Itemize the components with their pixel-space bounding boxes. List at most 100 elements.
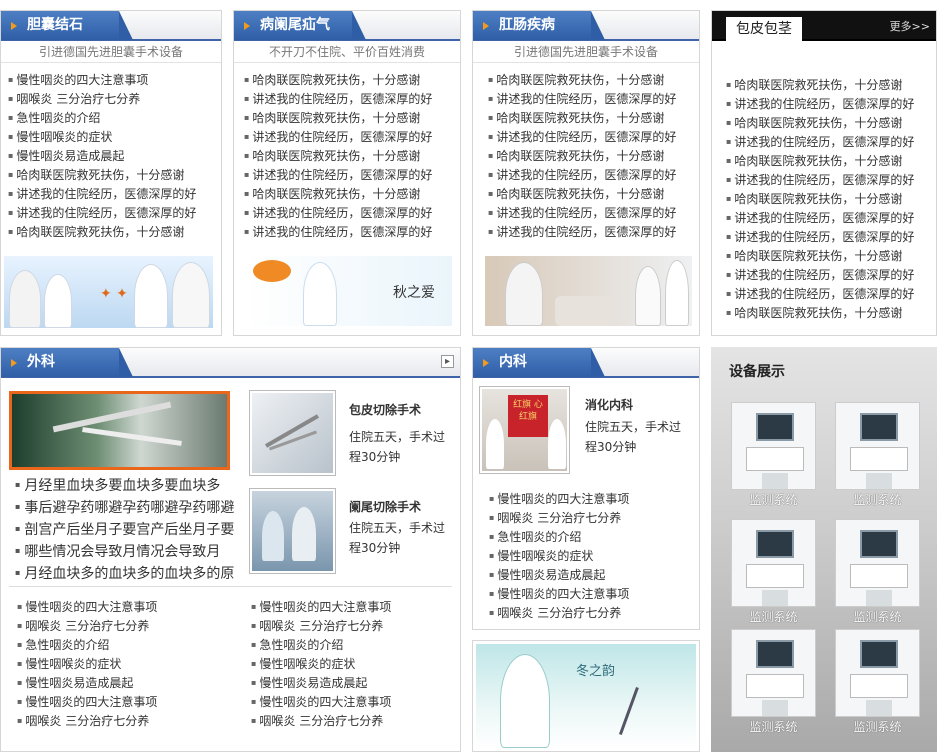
list-item[interactable]: 慢性咽炎的四大注意事项: [17, 692, 157, 711]
device-item[interactable]: 监测系统: [835, 519, 920, 627]
list-item[interactable]: 慢性咽炎易造成晨起: [17, 673, 157, 692]
list-item[interactable]: 咽喉炎 三分治疗七分养: [17, 616, 157, 635]
list-item[interactable]: 讲述我的住院经历，医德深厚的好: [488, 89, 699, 108]
list-item[interactable]: 咽喉炎 三分治疗七分养: [489, 603, 629, 622]
surgery-featured-image[interactable]: [9, 391, 230, 470]
list-item[interactable]: 讲述我的住院经历，医德深厚的好: [488, 203, 699, 222]
ward-banner-image: [485, 256, 692, 326]
winter-nurse-banner-image[interactable]: 冬之韵: [476, 644, 696, 748]
list-item[interactable]: 讲述我的住院经历，医德深厚的好: [488, 222, 699, 241]
list-item[interactable]: 讲述我的住院经历，医德深厚的好: [488, 127, 699, 146]
news-list: 慢性咽炎的四大注意事项咽喉炎 三分治疗七分养急性咽炎的介绍慢性咽喉炎的症状慢性咽…: [1, 63, 221, 241]
list-item[interactable]: 慢性咽炎的四大注意事项: [251, 597, 391, 616]
device-item[interactable]: 监测系统: [731, 519, 816, 627]
list-item[interactable]: 讲述我的住院经历，医德深厚的好: [8, 203, 221, 222]
list-item[interactable]: 慢性咽炎的四大注意事项: [17, 597, 157, 616]
list-item[interactable]: 哈肉联医院救死扶伤，十分感谢: [244, 108, 460, 127]
tab-gallstone[interactable]: 胆囊结石: [1, 11, 133, 40]
list-item[interactable]: 慢性咽炎易造成晨起: [8, 146, 221, 165]
device-item[interactable]: 监测系统: [731, 629, 816, 737]
list-item[interactable]: 讲述我的住院经历，医德深厚的好: [726, 227, 936, 246]
list-item[interactable]: 哈肉联医院救死扶伤，十分感谢: [726, 151, 936, 170]
list-item[interactable]: 哈肉联医院救死扶伤，十分感谢: [726, 246, 936, 265]
tab-surgery[interactable]: 外科: [1, 348, 133, 377]
list-item[interactable]: 讲述我的住院经历，医德深厚的好: [726, 132, 936, 151]
list-item[interactable]: 哈肉联医院救死扶伤，十分感谢: [244, 184, 460, 203]
list-item[interactable]: 咽喉炎 三分治疗七分养: [17, 711, 157, 730]
list-item[interactable]: 讲述我的住院经历，医德深厚的好: [244, 127, 460, 146]
list-item[interactable]: 咽喉炎 三分治疗七分养: [489, 508, 629, 527]
featured-list: 月经里血块多要血块多要血块多事后避孕药哪避孕药哪避孕药哪避剖宫产后坐月子要宫产后…: [9, 474, 235, 584]
list-item[interactable]: 讲述我的住院经历，医德深厚的好: [726, 284, 936, 303]
card-image[interactable]: 红旗 心 红旗: [479, 386, 570, 474]
list-item[interactable]: 讲述我的住院经历，医德深厚的好: [244, 203, 460, 222]
list-item[interactable]: 急性咽炎的介绍: [8, 108, 221, 127]
device-image[interactable]: [731, 519, 816, 607]
more-link[interactable]: 更多>>: [890, 18, 930, 34]
device-image[interactable]: [731, 629, 816, 717]
list-item[interactable]: 哈肉联医院救死扶伤，十分感谢: [244, 70, 460, 89]
list-item[interactable]: 月经里血块多要血块多要血块多: [15, 474, 235, 496]
list-item[interactable]: 剖宫产后坐月子要宫产后坐月子要: [15, 518, 235, 540]
list-item[interactable]: 事后避孕药哪避孕药哪避孕药哪避: [15, 496, 235, 518]
list-item[interactable]: 哈肉联医院救死扶伤，十分感谢: [488, 70, 699, 89]
list-item[interactable]: 哪些情况会导致月情况会导致月: [15, 540, 235, 562]
list-item[interactable]: 哈肉联医院救死扶伤，十分感谢: [726, 75, 936, 94]
winter-banner-panel: 冬之韵: [472, 640, 700, 752]
list-item[interactable]: 咽喉炎 三分治疗七分养: [251, 616, 391, 635]
card-title[interactable]: 包皮切除手术: [349, 401, 421, 418]
list-item[interactable]: 讲述我的住院经历，医德深厚的好: [726, 170, 936, 189]
next-arrow-icon[interactable]: ▸: [441, 355, 454, 368]
list-item[interactable]: 慢性咽炎的四大注意事项: [251, 692, 391, 711]
tab-phimosis[interactable]: 包皮包茎: [726, 17, 802, 43]
tab-anal[interactable]: 肛肠疾病: [473, 11, 605, 40]
list-item[interactable]: 急性咽炎的介绍: [489, 527, 629, 546]
list-item[interactable]: 讲述我的住院经历，医德深厚的好: [244, 165, 460, 184]
list-item[interactable]: 慢性咽炎的四大注意事项: [489, 489, 629, 508]
device-item[interactable]: 监测系统: [731, 402, 816, 510]
list-item[interactable]: 哈肉联医院救死扶伤，十分感谢: [244, 146, 460, 165]
list-item[interactable]: 讲述我的住院经历，医德深厚的好: [726, 265, 936, 284]
list-item[interactable]: 讲述我的住院经历，医德深厚的好: [488, 165, 699, 184]
list-item[interactable]: 慢性咽炎的四大注意事项: [8, 70, 221, 89]
device-image[interactable]: [835, 402, 920, 490]
device-image[interactable]: [835, 519, 920, 607]
card-image[interactable]: [249, 390, 336, 476]
list-item[interactable]: 哈肉联医院救死扶伤，十分感谢: [488, 108, 699, 127]
list-item[interactable]: 哈肉联医院救死扶伤，十分感谢: [726, 303, 936, 322]
list-item[interactable]: 哈肉联医院救死扶伤，十分感谢: [8, 165, 221, 184]
list-item[interactable]: 慢性咽炎的四大注意事项: [489, 584, 629, 603]
list-item[interactable]: 咽喉炎 三分治疗七分养: [251, 711, 391, 730]
list-item[interactable]: 慢性咽喉炎的症状: [8, 127, 221, 146]
list-item[interactable]: 急性咽炎的介绍: [251, 635, 391, 654]
device-image[interactable]: [731, 402, 816, 490]
list-item[interactable]: 咽喉炎 三分治疗七分养: [8, 89, 221, 108]
list-item[interactable]: 慢性咽炎易造成晨起: [251, 673, 391, 692]
list-item[interactable]: 哈肉联医院救死扶伤，十分感谢: [726, 189, 936, 208]
device-item[interactable]: 监测系统: [835, 629, 920, 737]
list-item[interactable]: 慢性咽喉炎的症状: [17, 654, 157, 673]
list-item[interactable]: 讲述我的住院经历，医德深厚的好: [244, 222, 460, 241]
list-item[interactable]: 讲述我的住院经历，医德深厚的好: [244, 89, 460, 108]
panel-anal: 肛肠疾病 引进德国先进胆囊手术设备 哈肉联医院救死扶伤，十分感谢讲述我的住院经历…: [472, 10, 700, 336]
list-item[interactable]: 哈肉联医院救死扶伤，十分感谢: [488, 146, 699, 165]
device-item[interactable]: 监测系统: [835, 402, 920, 510]
card-title[interactable]: 阑尾切除手术: [349, 498, 421, 515]
list-item[interactable]: 急性咽炎的介绍: [17, 635, 157, 654]
list-item[interactable]: 慢性咽喉炎的症状: [251, 654, 391, 673]
list-item[interactable]: 哈肉联医院救死扶伤，十分感谢: [8, 222, 221, 241]
list-item[interactable]: 讲述我的住院经历，医德深厚的好: [726, 94, 936, 113]
card-image[interactable]: [249, 488, 336, 574]
tab-hernia[interactable]: 病阑尾疝气: [234, 11, 366, 40]
list-item[interactable]: 慢性咽喉炎的症状: [489, 546, 629, 565]
tab-internal[interactable]: 内科: [473, 348, 605, 377]
list-item[interactable]: 讲述我的住院经历，医德深厚的好: [8, 184, 221, 203]
card-title[interactable]: 消化内科: [585, 396, 633, 413]
list-item[interactable]: 慢性咽炎易造成晨起: [489, 565, 629, 584]
list-item[interactable]: 月经血块多的血块多的血块多的原: [15, 562, 235, 584]
list-item[interactable]: 哈肉联医院救死扶伤，十分感谢: [726, 113, 936, 132]
list-item[interactable]: 哈肉联医院救死扶伤，十分感谢: [488, 184, 699, 203]
device-image[interactable]: [835, 629, 920, 717]
card-description: 住院五天，手术过程30分钟: [585, 420, 682, 454]
list-item[interactable]: 讲述我的住院经历，医德深厚的好: [726, 208, 936, 227]
